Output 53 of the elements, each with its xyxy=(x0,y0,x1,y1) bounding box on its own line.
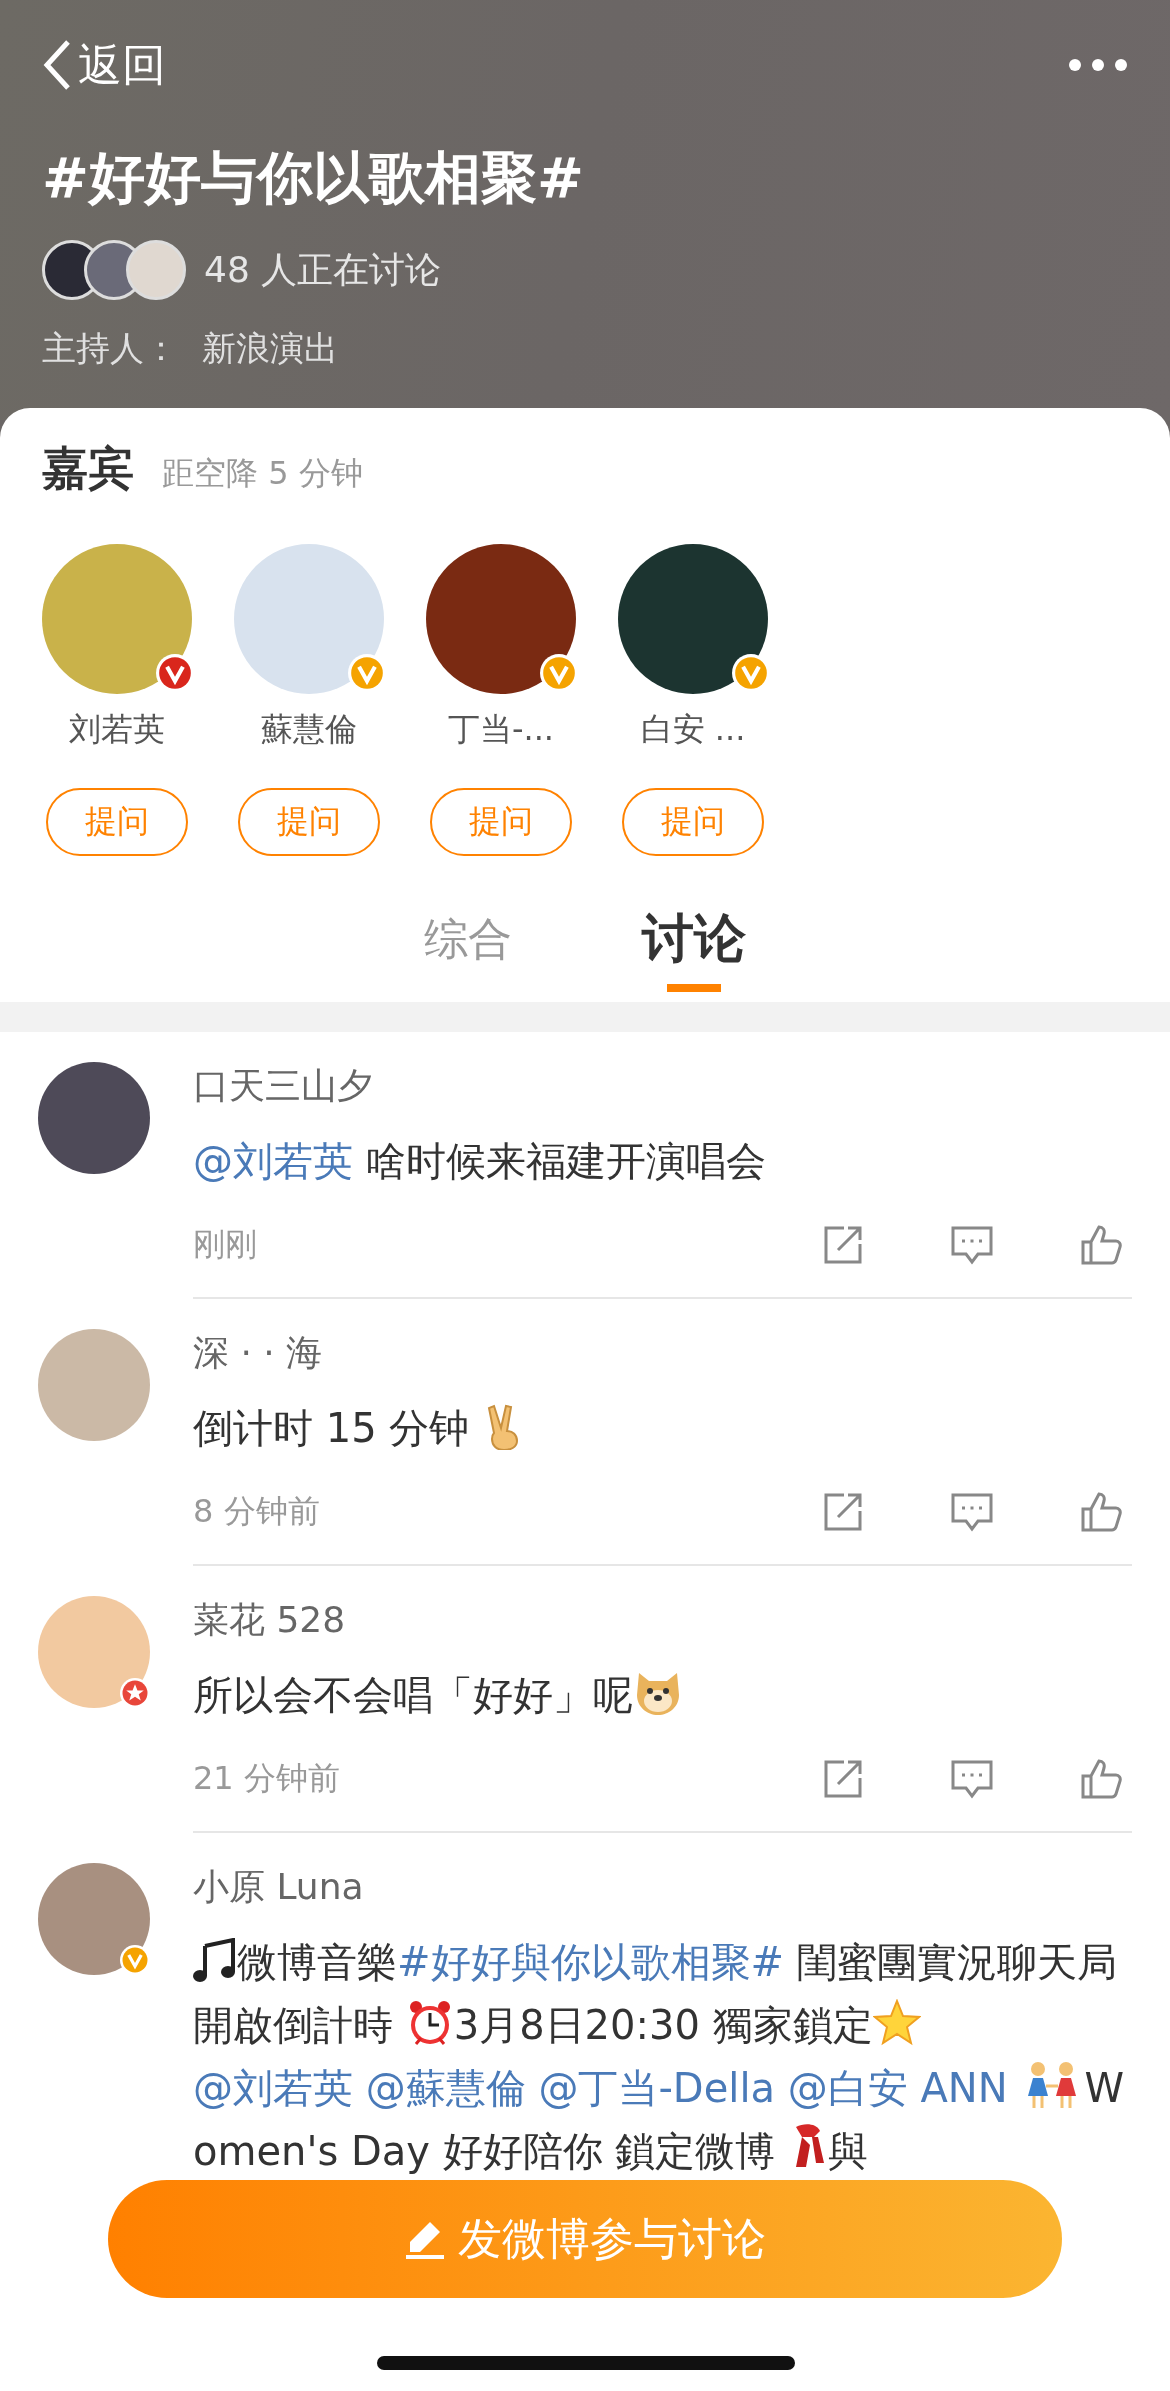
music-note-icon xyxy=(193,1938,237,1984)
host-label: 主持人： xyxy=(42,327,178,370)
verified-badge-icon xyxy=(732,654,770,692)
verified-badge-icon xyxy=(156,654,194,692)
post-time: 8 分钟前 xyxy=(193,1491,320,1532)
comment-icon[interactable] xyxy=(950,1759,994,1799)
section-title: 嘉宾 xyxy=(42,440,134,497)
topic-title: #好好与你以歌相聚# xyxy=(42,150,585,206)
ask-button[interactable]: 提问 xyxy=(238,788,380,856)
like-icon[interactable] xyxy=(1080,1491,1122,1533)
back-icon xyxy=(42,39,72,91)
comment-text: 微博音樂#好好與你以歌相聚# 閨蜜團實況聊天局開啟倒計時 3月8日20:30 獨家鎖定 @刘若英 @蘇慧倫 @丁当-Della @白安 ANN Women's Day 好好陪你 鎖定微博 與 xyxy=(193,1937,1125,2176)
post-time: 21 分钟前 xyxy=(193,1758,340,1799)
like-icon[interactable] xyxy=(1080,1224,1122,1266)
more-icon[interactable] xyxy=(1068,58,1128,72)
user-name[interactable]: 小原 Luna xyxy=(193,1863,1132,1911)
discussion-count: 48 人正在讨论 xyxy=(204,247,442,292)
guest-name: 刘若英 xyxy=(69,709,165,750)
ask-button[interactable]: 提问 xyxy=(622,788,764,856)
post-time: 刚刚 xyxy=(193,1224,257,1265)
comment-icon[interactable] xyxy=(950,1225,994,1265)
share-icon[interactable] xyxy=(822,1224,864,1266)
verified-badge-icon xyxy=(348,654,386,692)
comment-text: @刘若英 啥时候来福建开演唱会 xyxy=(193,1137,767,1186)
verified-badge-icon xyxy=(120,1945,150,1975)
avatar xyxy=(126,240,186,300)
ask-button[interactable]: 提问 xyxy=(46,788,188,856)
ask-button[interactable]: 提问 xyxy=(430,788,572,856)
guest-name: 蘇慧倫 xyxy=(261,709,357,750)
mention-link[interactable]: @刘若英 xyxy=(193,1138,353,1184)
guest-name: 丁当-... xyxy=(447,709,555,750)
host-name[interactable]: 新浪演出 xyxy=(202,326,338,372)
comment-icon[interactable] xyxy=(950,1492,994,1532)
mention-link[interactable]: @白安 ANN xyxy=(787,2065,1021,2111)
star-icon xyxy=(872,1999,921,2047)
user-name[interactable]: 口天三山夕 xyxy=(193,1062,1132,1110)
user-name[interactable]: 深 · · 海 xyxy=(193,1329,1132,1377)
like-icon[interactable] xyxy=(1080,1758,1122,1800)
comment-text: 倒计时 15 分钟 xyxy=(193,1397,1132,1460)
countdown-text: 距空降 5 分钟 xyxy=(162,453,363,494)
verified-badge-icon xyxy=(540,654,578,692)
mention-link[interactable]: @蘇慧倫 xyxy=(365,2065,539,2111)
share-icon[interactable] xyxy=(822,1758,864,1800)
mention-link[interactable]: @刘若英 xyxy=(193,2065,366,2111)
comment-text: 所以会不会唱「好好」呢 xyxy=(193,1664,1132,1727)
user-name[interactable]: 菜花 528 xyxy=(193,1596,1132,1644)
tab[interactable]: 综合 xyxy=(414,892,522,1002)
share-icon[interactable] xyxy=(822,1491,864,1533)
mention-link[interactable]: @丁当-Della xyxy=(538,2065,788,2111)
mention-link[interactable]: #好好與你以歌相聚# xyxy=(397,1939,785,1985)
guest-name: 白安 ... xyxy=(640,709,746,750)
verified-badge-icon xyxy=(120,1678,150,1708)
back-button[interactable]: 返回 xyxy=(42,35,166,95)
